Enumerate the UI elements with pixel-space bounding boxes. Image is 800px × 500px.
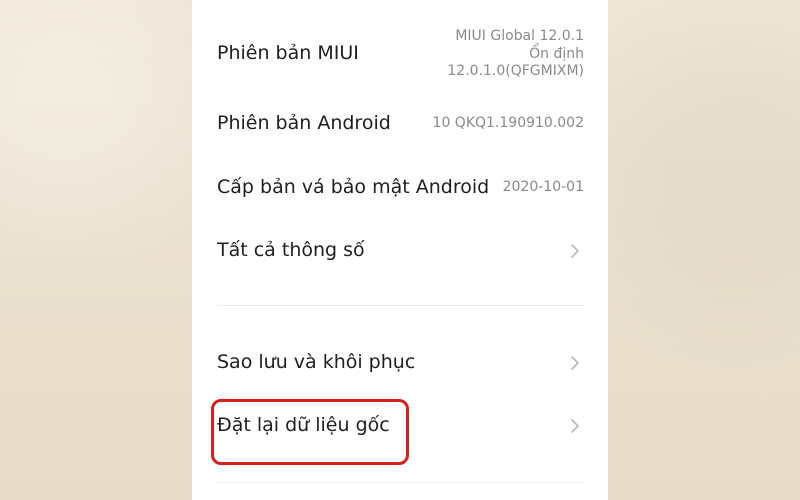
miui-version-value: MIUI Global 12.0.1 Ổn định 12.0.1.0(QFGM… (429, 28, 584, 81)
all-specs-row[interactable]: Tất cả thông số (217, 239, 584, 265)
all-specs-label: Tất cả thông số (217, 239, 365, 261)
factory-reset-row[interactable]: Đặt lại dữ liệu gốc (217, 414, 584, 440)
security-patch-row: Cấp bản vá bảo mật Android 2020-10-01 (217, 176, 584, 200)
chevron-right-icon (571, 419, 579, 433)
bottom-divider (217, 482, 584, 483)
miui-version-value-line-1: MIUI Global 12.0.1 (455, 28, 584, 44)
chevron-right-icon (571, 244, 579, 258)
security-patch-value: 2020-10-01 (502, 179, 584, 195)
android-version-label: Phiên bản Android (217, 112, 391, 134)
section-divider (217, 305, 584, 306)
phone-screen: Phiên bản MIUI MIUI Global 12.0.1 Ổn địn… (192, 0, 608, 500)
miui-version-value-line-2: Ổn định (529, 45, 584, 62)
miui-version-label: Phiên bản MIUI (217, 42, 359, 64)
security-patch-label: Cấp bản vá bảo mật Android (217, 176, 490, 198)
miui-version-row: Phiên bản MIUI MIUI Global 12.0.1 Ổn địn… (217, 28, 584, 84)
chevron-right-icon (571, 356, 579, 370)
backup-restore-row[interactable]: Sao lưu và khôi phục (217, 351, 584, 377)
backup-restore-label: Sao lưu và khôi phục (217, 351, 416, 373)
miui-version-value-line-3: 12.0.1.0(QFGMIXM) (447, 63, 584, 79)
factory-reset-label: Đặt lại dữ liệu gốc (217, 414, 390, 436)
android-version-value: 10 QKQ1.190910.002 (432, 115, 584, 131)
right-background-panel (607, 0, 800, 500)
android-version-row: Phiên bản Android 10 QKQ1.190910.002 (217, 112, 584, 136)
left-background-panel (0, 0, 193, 500)
